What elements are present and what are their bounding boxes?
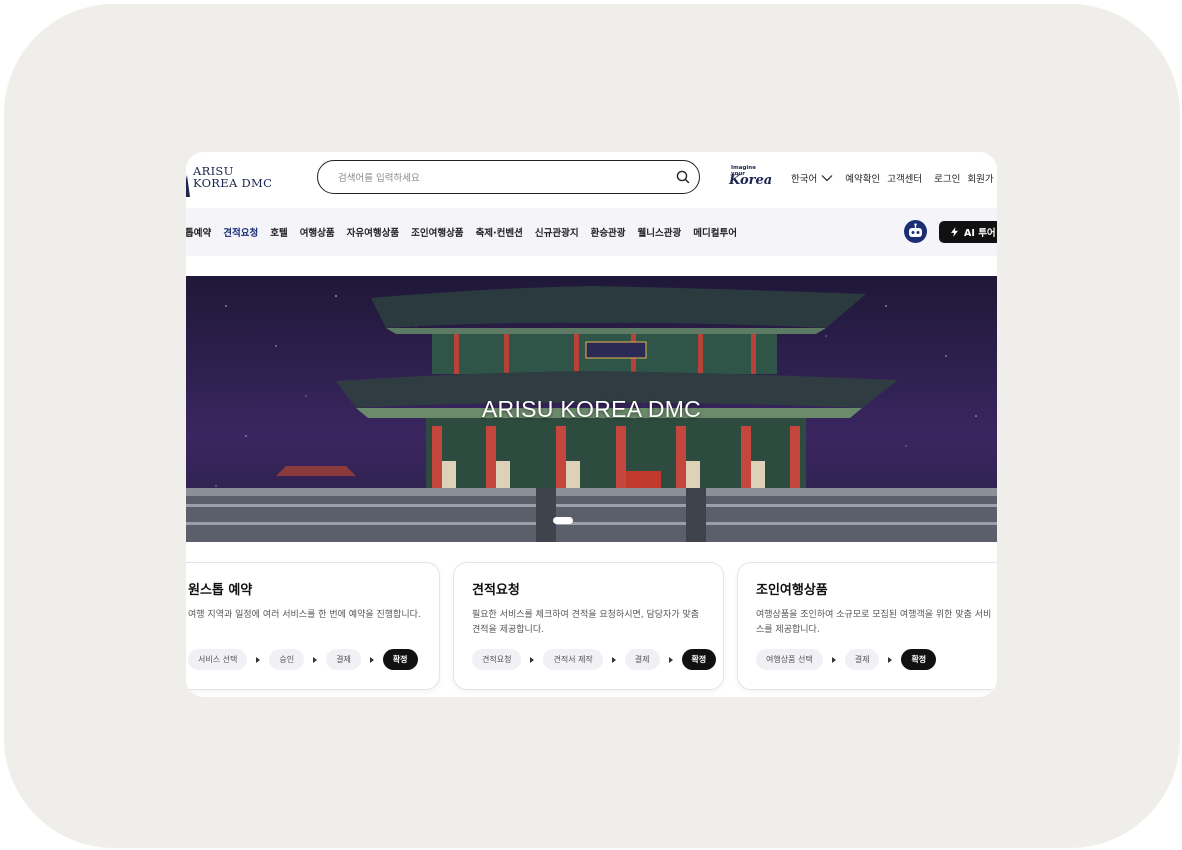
step-pill: 여행상품 선택 [756, 649, 823, 670]
card-steps: 서비스 선택 승인 결제 확정 [188, 649, 418, 670]
logo-mark-icon [186, 175, 190, 197]
card-description: 여행 지역과 일정에 여러 서비스를 한 번에 예약을 진행합니다. [188, 610, 421, 620]
chatbot-button[interactable] [904, 220, 927, 243]
hero-title: ARISU KOREA DMC [481, 396, 702, 422]
chevron-down-icon [821, 175, 833, 182]
website-preview: ARISU KOREA DMC Imagine your Korea 한국어 예… [186, 152, 997, 697]
service-card-onestop[interactable]: 원스톱 예약 여행 지역과 일정에 여러 서비스를 한 번에 예약을 진행합니다… [186, 562, 440, 690]
logo-text: ARISU KOREA DMC [193, 165, 272, 189]
card-title: 원스톱 예약 [188, 583, 253, 598]
step-pill-final: 확정 [681, 649, 717, 670]
arrow-right-icon [256, 656, 261, 663]
nav-item-wellness[interactable]: 웰니스관광 [638, 225, 682, 239]
booking-check-link[interactable]: 예약확인 [845, 171, 880, 185]
nav-item-join-tour[interactable]: 조인여행상품 [411, 225, 463, 239]
nav-item-free-tour[interactable]: 자유여행상품 [347, 225, 399, 239]
arrow-right-icon [530, 656, 535, 663]
header: ARISU KOREA DMC Imagine your Korea 한국어 예… [186, 152, 997, 208]
arrow-right-icon [831, 656, 836, 663]
lightning-icon [951, 227, 958, 237]
step-pill: 결제 [624, 649, 660, 670]
step-pill: 결제 [326, 649, 361, 670]
robot-icon [909, 223, 922, 237]
step-pill-final: 확정 [382, 649, 418, 670]
signup-link[interactable]: 회원가 [967, 171, 993, 185]
card-description: 여행상품을 조인하여 소규모로 모집된 여행객을 위한 맞춤 서비스를 제공합니… [756, 610, 992, 635]
step-pill: 승인 [269, 649, 305, 670]
step-pill: 서비스 선택 [188, 649, 248, 670]
arrow-right-icon [668, 656, 673, 663]
arrow-right-icon [611, 656, 616, 663]
top-links: 한국어 예약확인 고객센터 로그인 회원가 [791, 171, 997, 185]
site-logo[interactable]: ARISU KOREA DMC [186, 165, 272, 197]
nav-item-tour-products[interactable]: 여행상품 [300, 225, 335, 239]
search-bar [317, 160, 700, 194]
nav-item-hotel[interactable]: 호텔 [270, 225, 287, 239]
search-icon[interactable] [675, 169, 691, 185]
service-card-quote[interactable]: 견적요청 필요한 서비스를 체크하여 견적을 요청하시면, 담당자가 맞춤 견적… [453, 562, 724, 690]
language-label: 한국어 [791, 174, 818, 185]
nav-item-quote[interactable]: 견적요청 [223, 225, 258, 239]
logo-line-2: KOREA DMC [193, 176, 273, 190]
ai-tour-button[interactable]: AI 투어 [939, 221, 997, 243]
nav-item-new-attractions[interactable]: 신규관광지 [535, 225, 579, 239]
nav-menu: 톱예약 견적요청 호텔 여행상품 자유여행상품 조인여행상품 축제·컨벤션 신규… [186, 225, 749, 239]
imagine-logo-big: Korea [729, 173, 773, 188]
card-description: 필요한 서비스를 체크하여 견적을 요청하시면, 담당자가 맞춤 견적을 제공합… [472, 610, 700, 635]
nav-item-festival[interactable]: 축제·컨벤션 [476, 225, 523, 239]
step-pill: 결제 [844, 649, 880, 670]
customer-center-link[interactable]: 고객센터 [887, 171, 922, 185]
card-title: 조인여행상품 [756, 583, 828, 598]
service-card-join-tour[interactable]: 조인여행상품 여행상품을 조인하여 소규모로 모집된 여행객을 위한 맞춤 서비… [737, 562, 997, 690]
nav-item-transit-tour[interactable]: 환승관광 [591, 225, 626, 239]
card-steps: 견적요청 견적서 제작 결제 확정 [472, 649, 717, 670]
hero-banner: ARISU KOREA DMC [186, 276, 997, 542]
step-pill-final: 확정 [901, 649, 937, 670]
search-input[interactable] [338, 169, 658, 187]
login-link[interactable]: 로그인 [934, 171, 960, 185]
step-pill: 견적서 제작 [543, 649, 603, 670]
card-steps: 여행상품 선택 결제 확정 [756, 649, 937, 670]
language-selector[interactable]: 한국어 [791, 171, 833, 185]
arrow-right-icon [369, 656, 374, 663]
arrow-right-icon [313, 656, 318, 663]
step-pill: 견적요청 [472, 649, 522, 670]
carousel-indicator[interactable] [553, 517, 573, 524]
ai-tour-label: AI 투어 [964, 228, 996, 239]
card-title: 견적요청 [472, 583, 520, 598]
nav-item-onestop[interactable]: 톱예약 [186, 225, 211, 239]
arrow-right-icon [888, 656, 893, 663]
main-nav: 톱예약 견적요청 호텔 여행상품 자유여행상품 조인여행상품 축제·컨벤션 신규… [186, 208, 997, 256]
imagine-your-korea-logo[interactable]: Imagine your Korea [727, 165, 772, 191]
nav-item-medical[interactable]: 메디컬투어 [693, 225, 737, 239]
